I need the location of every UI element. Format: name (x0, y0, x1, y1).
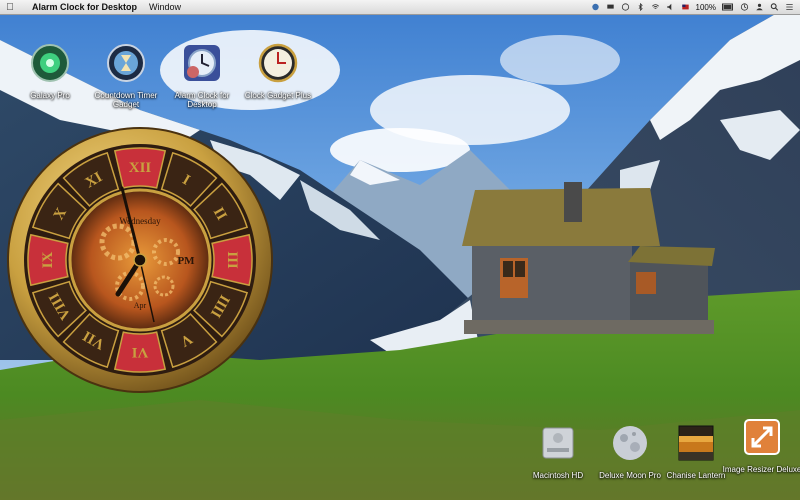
desktop-icon-alarm-clock[interactable]: Alarm Clock for Desktop (162, 42, 242, 109)
search-icon[interactable] (770, 3, 779, 11)
clock-numeral: IX (40, 251, 56, 268)
hard-drive-icon (542, 427, 574, 459)
clock-center-pin (133, 253, 147, 267)
lantern-icon (678, 425, 714, 461)
desktop-icon-image-resizer[interactable]: Image Resizer Deluxe (722, 416, 800, 474)
desktop-icon-countdown-timer[interactable]: Countdown Timer Gadget (86, 42, 166, 109)
apple-menu-icon[interactable]:  (0, 2, 20, 13)
volume-icon[interactable] (666, 3, 675, 11)
clock-numeral: III (224, 251, 240, 269)
bluetooth-icon[interactable] (636, 3, 645, 11)
list-icon[interactable] (785, 3, 794, 11)
display-icon[interactable] (606, 3, 615, 11)
flag-icon[interactable] (681, 3, 690, 11)
globe-icon[interactable] (591, 3, 600, 11)
clock-gadget-icon (258, 43, 298, 83)
menu-window[interactable]: Window (149, 2, 181, 12)
desktop-icon-label: Image Resizer Deluxe (722, 465, 800, 474)
battery-icon[interactable] (722, 3, 734, 11)
clock-month-label: Apr (134, 301, 147, 310)
alarm-clock-icon (184, 45, 220, 81)
desktop-icon-galaxy-pro[interactable]: Galaxy Pro (10, 42, 90, 100)
moon-icon (613, 426, 647, 460)
status-area: 100% (591, 0, 794, 14)
time-machine-icon[interactable] (621, 3, 630, 11)
clock-status-icon[interactable] (740, 3, 749, 11)
image-resizer-icon (744, 419, 780, 455)
wifi-icon[interactable] (651, 3, 660, 11)
desktop-icon-label: Galaxy Pro (30, 91, 70, 100)
battery-percent[interactable]: 100% (696, 3, 716, 12)
clock-ampm-label: PM (177, 255, 195, 267)
galaxy-icon (31, 44, 69, 82)
desktop-icon-label: Clock Gadget Plus (244, 91, 312, 100)
desktop-icon-macintosh-hd[interactable]: Macintosh HD (518, 422, 598, 480)
clock-numeral: VI (132, 344, 149, 360)
desktop-icon-label: Macintosh HD (532, 471, 584, 480)
user-icon[interactable] (755, 3, 764, 11)
desktop-icon-label: Countdown Timer Gadget (94, 91, 158, 109)
menu-app-name[interactable]: Alarm Clock for Desktop (32, 2, 137, 12)
clock-numeral: XII (129, 160, 152, 176)
menu-bar:  Alarm Clock for Desktop Window 100% (0, 0, 800, 15)
countdown-timer-icon (107, 44, 145, 82)
clock-day-label: Wednesday (119, 216, 161, 226)
desktop-icon-label: Alarm Clock for Desktop (174, 91, 230, 109)
desktop-icon-clock-gadget-plus[interactable]: Clock Gadget Plus (238, 42, 318, 100)
clock-widget[interactable]: XIIIIIIIIIIIIVVIVIIVIIIIXXXI Wednesday P… (6, 126, 274, 394)
